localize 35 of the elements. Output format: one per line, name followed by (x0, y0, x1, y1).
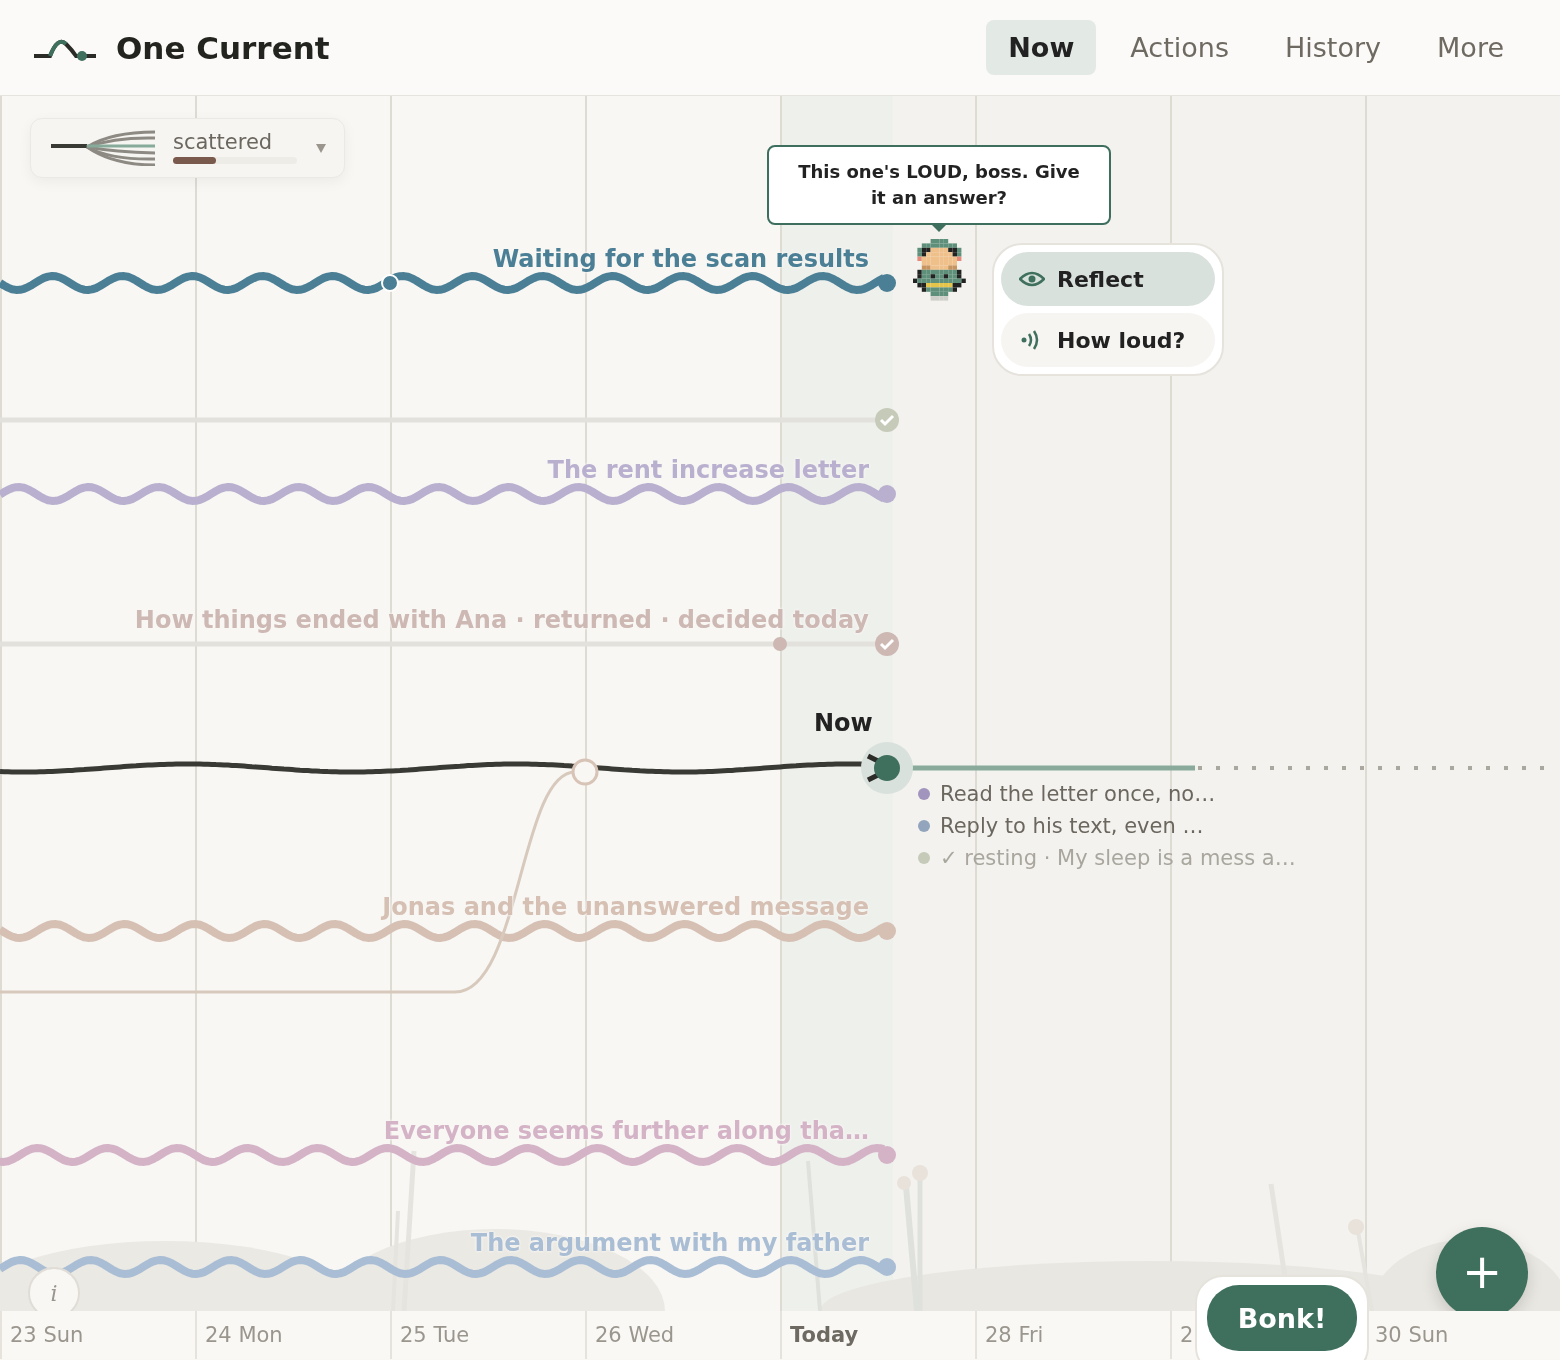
now-marker[interactable] (861, 742, 913, 794)
day-label: 25 Tue (400, 1323, 470, 1347)
pixel-figure (913, 239, 966, 301)
task-text[interactable]: Reply to his text, even … (940, 814, 1204, 838)
day-label: Today (790, 1323, 859, 1347)
mode-label: scattered (173, 132, 274, 153)
task-text[interactable]: Read the letter once, no… (940, 782, 1216, 806)
thread-label[interactable]: Waiting for the scan results (492, 245, 869, 273)
mode-selector[interactable]: scattered (30, 118, 345, 178)
nav-tab[interactable]: Now (986, 20, 1097, 75)
day-label: 26 Wed (595, 1323, 675, 1347)
branch-node[interactable] (571, 758, 599, 786)
nav-tab[interactable]: Actions (1108, 20, 1251, 75)
now-label: Now (814, 709, 873, 737)
menu-item[interactable]: How loud? (1001, 313, 1215, 367)
day-label: 24 Mon (205, 1323, 283, 1347)
day-label: 28 Fri (985, 1323, 1044, 1347)
timeline-dot[interactable] (381, 274, 399, 292)
nav-tab[interactable]: More (1415, 20, 1526, 75)
app-title: One Current (116, 29, 330, 66)
thread-line[interactable] (0, 1144, 896, 1166)
eye-icon (1019, 271, 1045, 287)
timeline-dot[interactable] (773, 637, 787, 651)
thread-line[interactable] (0, 1256, 896, 1278)
thread-line[interactable] (0, 483, 896, 505)
scatter-icon (51, 130, 155, 166)
day-label: 30 Sun (1375, 1323, 1449, 1347)
thread-line[interactable] (0, 272, 896, 294)
dropdown-caret-icon (316, 143, 326, 153)
bonk-button[interactable]: Bonk! (1207, 1285, 1357, 1351)
day-label: 23 Sun (10, 1323, 84, 1347)
menu-item[interactable]: Reflect (1001, 252, 1215, 306)
day-label: 2 (1180, 1323, 1194, 1347)
nav-tab[interactable]: History (1263, 20, 1404, 75)
speech-bubble: This one's LOUD, boss. Give it an answer? (767, 145, 1111, 226)
